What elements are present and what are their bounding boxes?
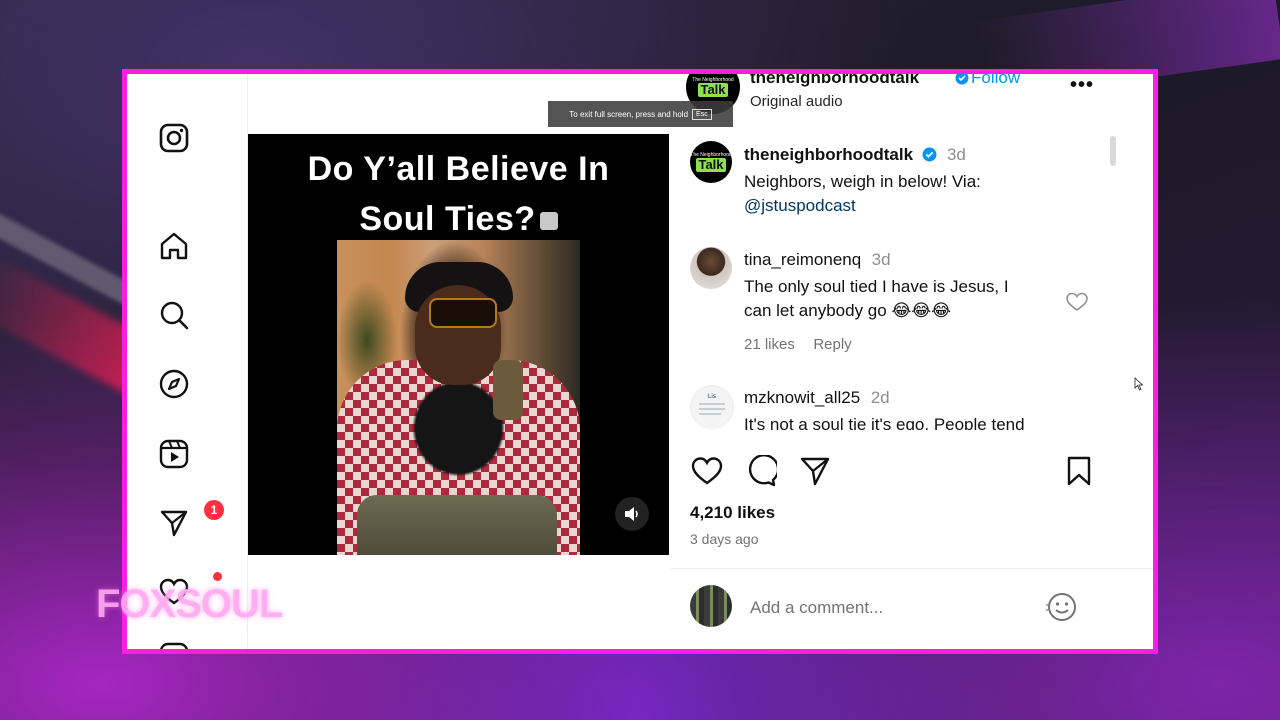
esc-key: Esc xyxy=(692,108,712,120)
sidebar: 1 xyxy=(127,74,248,649)
post-timestamp: 3 days ago xyxy=(690,531,759,547)
messages-icon[interactable]: 1 xyxy=(157,500,224,540)
commenter-avatar[interactable]: Lis xyxy=(690,385,734,429)
comment-time: 2d xyxy=(870,388,890,407)
video-title-overlay: Do Y’all Believe In Soul Ties? xyxy=(248,144,669,244)
post-likes-count[interactable]: 4,210 likes xyxy=(690,503,775,523)
fullscreen-exit-tooltip: To exit full screen, press and hold Esc xyxy=(548,101,733,127)
reels-icon[interactable] xyxy=(157,437,191,471)
like-heart-icon[interactable] xyxy=(690,454,724,488)
post-panel: The Neighborhood Talk theneighborhoodtal… xyxy=(548,74,1153,649)
caption-header: theneighborhoodtalk 3d xyxy=(744,145,966,165)
save-bookmark-icon[interactable] xyxy=(1062,454,1096,488)
instagram-logo-icon[interactable] xyxy=(157,121,191,155)
comments-scroll-thumb[interactable] xyxy=(1110,136,1116,166)
share-paper-plane-icon[interactable] xyxy=(798,454,832,488)
composer-divider xyxy=(670,568,1153,569)
neighborhood-talk-logo: The Neighborhood Talk xyxy=(690,141,732,183)
verified-badge-icon xyxy=(922,147,936,162)
explore-compass-icon[interactable] xyxy=(157,367,191,401)
search-icon[interactable] xyxy=(157,298,191,332)
post-video[interactable]: Do Y’all Believe In Soul Ties? xyxy=(248,134,669,555)
post-actions xyxy=(690,454,1100,488)
create-icon[interactable] xyxy=(157,640,191,649)
follow-button[interactable]: Follow xyxy=(971,74,1020,88)
speaker-sunglasses xyxy=(429,298,497,328)
comment-text-line: The only soul tied I have is Jesus, I xyxy=(744,277,1009,296)
audio-label[interactable]: Original audio xyxy=(750,93,843,110)
svg-text:Lis: Lis xyxy=(708,393,716,400)
video-frame xyxy=(337,240,580,555)
notification-dot xyxy=(213,572,222,581)
comment-username[interactable]: tina_reimonenq xyxy=(744,250,861,269)
author-username[interactable]: theneighborhoodtalk xyxy=(750,74,919,88)
messages-badge: 1 xyxy=(204,500,224,520)
microphone xyxy=(493,360,523,420)
comments-list: The Neighborhood Talk theneighborhoodtal… xyxy=(670,130,1120,430)
comment-header: mzknowit_all25 2d xyxy=(744,388,890,408)
more-options-icon[interactable]: ••• xyxy=(1070,74,1094,97)
comment-reply-button[interactable]: Reply xyxy=(813,336,851,353)
add-comment-input[interactable]: Add a comment... xyxy=(750,598,883,618)
volume-toggle-icon[interactable] xyxy=(615,497,649,531)
video-title-line-2: Soul Ties? xyxy=(248,194,669,244)
caption-text: Neighbors, weigh in below! Via: xyxy=(744,172,981,191)
commenter-avatar[interactable] xyxy=(690,247,732,289)
mouse-cursor-icon xyxy=(1134,377,1144,396)
current-user-avatar xyxy=(690,585,732,627)
foxsoul-watermark: FOXSOUL xyxy=(96,582,283,626)
verified-badge-icon xyxy=(955,74,969,90)
speaker-pants xyxy=(357,495,557,555)
comment-likes[interactable]: 21 likes xyxy=(744,336,795,353)
comment-text-line: can let anybody go 😂😂😂 xyxy=(744,301,952,320)
comment-text-line: It's not a soul tie it's ego. People ten… xyxy=(744,415,1025,430)
caption-time: 3d xyxy=(946,145,966,164)
fullscreen-tip-text: To exit full screen, press and hold xyxy=(569,109,689,119)
video-title-line-1: Do Y’all Believe In xyxy=(307,150,610,188)
comment-header: tina_reimonenq 3d xyxy=(744,250,891,270)
caption-mention-link[interactable]: @jstuspodcast xyxy=(744,194,856,218)
comment-bubble-icon[interactable] xyxy=(744,454,778,488)
emoji-smiley-icon[interactable] xyxy=(1040,587,1080,627)
caption-username[interactable]: theneighborhoodtalk xyxy=(744,145,913,164)
comment-username[interactable]: mzknowit_all25 xyxy=(744,388,860,407)
caption-avatar[interactable]: The Neighborhood Talk xyxy=(690,141,732,183)
comment-time: 3d xyxy=(871,250,891,269)
home-icon[interactable] xyxy=(157,229,191,263)
channel-logo-icon xyxy=(539,212,558,231)
comment-meta: 21 likes Reply xyxy=(744,336,852,354)
like-comment-heart-icon[interactable] xyxy=(1066,292,1088,312)
instagram-window: 1 Do Y’all Believe In Soul Ties? The Nei… xyxy=(122,69,1158,654)
